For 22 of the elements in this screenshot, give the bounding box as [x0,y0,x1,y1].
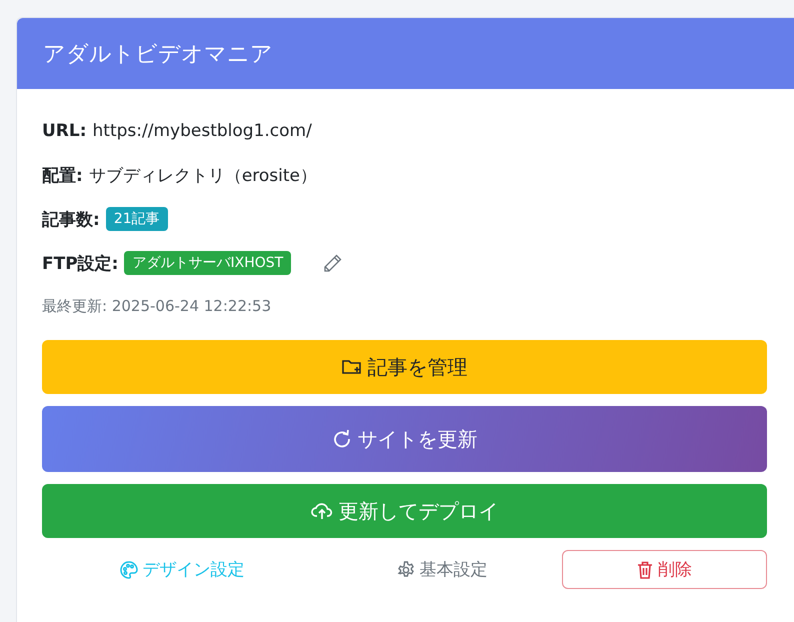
trash-icon [637,560,653,578]
field-label: FTP設定: [42,252,118,274]
action-button[interactable]: 記事を管理 [42,340,767,394]
settings-icon [396,560,414,578]
basic-settings-link[interactable]: 基本設定 [396,550,488,589]
pencil-icon[interactable] [323,254,342,272]
cloud-upload-icon [310,501,332,521]
refresh-icon [332,429,352,449]
status-badge: アダルトサーバIXHOST [124,251,292,275]
palette-icon [120,560,138,578]
card-title: アダルトビデオマニア [17,18,794,89]
field-value: サブディレクトリ（erosite） [88,164,317,186]
field-value: https://mybestblog1.com/ [92,121,312,141]
folder-plus-icon [342,358,362,376]
field-label: 配置: [42,164,83,186]
delete-button[interactable]: 削除 [562,550,767,589]
action-button[interactable]: サイトを更新 [42,406,767,472]
action-button[interactable]: 更新してデプロイ [42,484,767,538]
status-badge: 21記事 [106,207,168,231]
field-label: URL: [42,121,87,141]
last-updated: 最終更新: 2025-06-24 12:22:53 [42,297,272,316]
field-label: 記事数: [42,208,100,230]
